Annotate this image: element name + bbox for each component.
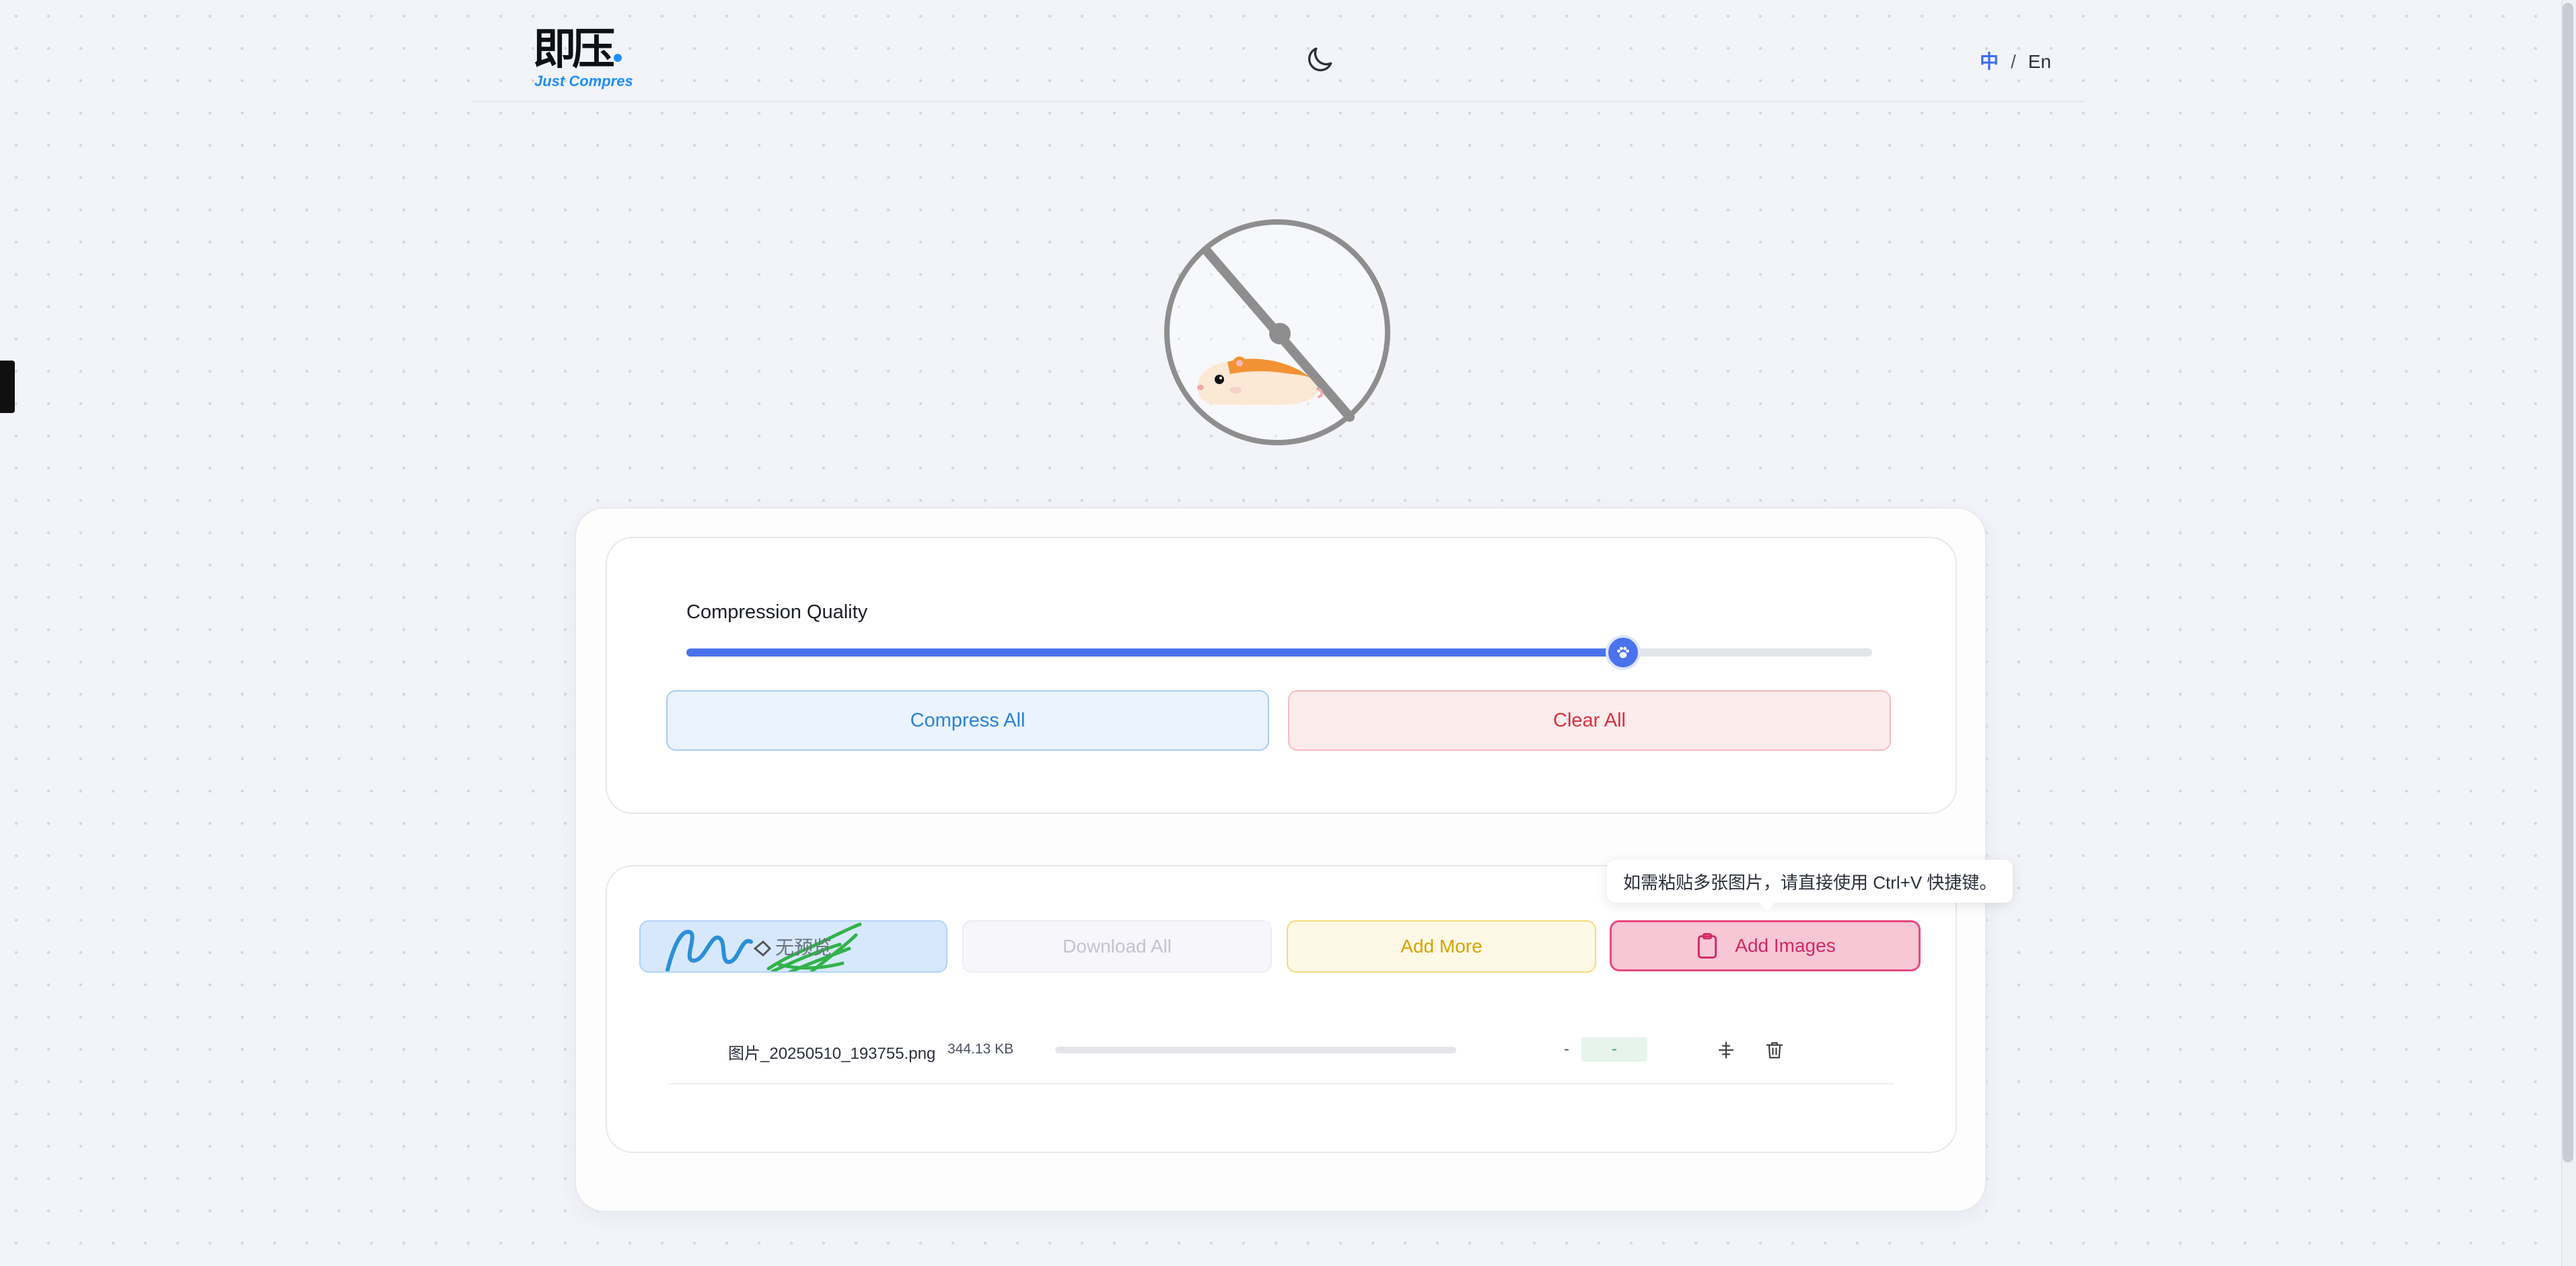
compression-settings-panel: Compression Quality Compress All Clear A… <box>606 537 1957 814</box>
theme-toggle-button[interactable] <box>1303 43 1336 77</box>
file-progress-bar <box>1055 1047 1456 1053</box>
compare-icon <box>1718 1041 1734 1059</box>
app-logo[interactable]: 即压 Just Compres <box>533 26 641 93</box>
file-compressed-size: - <box>1564 1040 1569 1058</box>
add-images-button[interactable]: Add Images <box>1610 920 1921 971</box>
lang-en-option[interactable]: En <box>2028 51 2051 72</box>
file-list-panel: 无预览 Download All Add More Add Images 如需粘… <box>606 860 2013 1153</box>
logo-subtitle: Just Compres <box>534 73 633 89</box>
add-more-button[interactable]: Add More <box>1287 920 1596 973</box>
side-handle[interactable] <box>0 361 15 413</box>
tooltip-arrow <box>1759 903 1775 911</box>
compression-quality-slider[interactable] <box>686 635 1872 670</box>
hamster-wheel-illustration <box>1163 219 1392 448</box>
moon-icon <box>1308 47 1332 71</box>
no-preview-label: 无预览 <box>775 937 832 958</box>
file-name: 图片_20250510_193755.png <box>728 1045 936 1063</box>
delete-button[interactable] <box>1762 1037 1787 1063</box>
paste-hint-tooltip: 如需粘贴多张图片，请直接使用 Ctrl+V 快捷键。 <box>1607 860 2013 903</box>
compression-quality-label: Compression Quality <box>686 601 868 623</box>
add-images-label: Add Images <box>1735 935 1836 956</box>
compare-button[interactable] <box>1713 1037 1739 1063</box>
main-card: Compression Quality Compress All Clear A… <box>575 507 2013 1212</box>
trash-icon <box>1766 1042 1783 1059</box>
slider-fill <box>686 648 1623 657</box>
slider-thumb[interactable] <box>1605 635 1641 670</box>
paw-icon <box>1617 646 1629 659</box>
language-switcher: 中 / En <box>1980 47 2051 74</box>
download-all-button[interactable]: Download All <box>962 920 1272 973</box>
compress-all-button[interactable]: Compress All <box>666 690 1269 751</box>
lang-zh-option[interactable]: 中 <box>1980 51 1999 72</box>
file-row: 图片_20250510_193755.png 344.13 KB - - <box>669 1022 1894 1084</box>
no-preview-button[interactable]: 无预览 <box>639 920 947 973</box>
clear-all-button[interactable]: Clear All <box>1288 690 1891 751</box>
clipboard-icon <box>1698 933 1717 959</box>
scrollbar-thumb[interactable] <box>2563 3 2573 1162</box>
app-header: 即压 Just Compres 中 / En <box>472 0 2085 102</box>
file-ratio-badge: - <box>1581 1037 1647 1062</box>
logo-dot <box>614 54 622 62</box>
logo-mark: 即压 <box>533 24 615 75</box>
lang-separator: / <box>2011 51 2016 72</box>
file-original-size: 344.13 KB <box>947 1041 1014 1057</box>
